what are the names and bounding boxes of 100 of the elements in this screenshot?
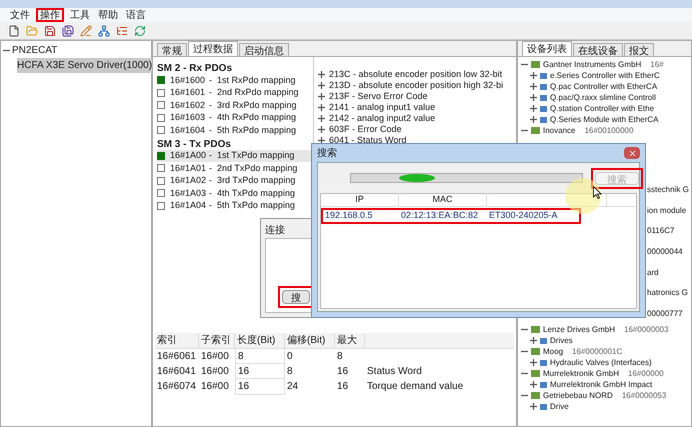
menu-item[interactable]: 文件 [10,8,30,22]
object-entry[interactable]: 2142 - analog input2 value [329,112,436,126]
pdo-separator: - [209,199,212,212]
table-cell-text: 0 [286,350,294,364]
object-entry[interactable]: 213D - absolute encoder position high 32-bi [329,78,504,92]
checkbox[interactable] [157,76,165,84]
device-tree-item[interactable]: Hydraulic Valves (Interfaces) [550,356,652,368]
collapse-icon[interactable] [521,348,528,355]
tab[interactable]: 在线设备 [573,43,623,56]
device-tree-item[interactable]: ion module [647,204,691,217]
menu-item[interactable]: 操作 [40,8,60,22]
checkbox[interactable] [157,152,165,160]
menu-item[interactable]: 帮助 [98,8,118,22]
pdo-row[interactable]: 16#1602 - 3rd RxPdo mapping [157,99,313,112]
expand-icon[interactable] [318,126,325,133]
checkbox[interactable] [157,101,165,110]
expand-icon[interactable] [530,83,537,90]
collapse-icon[interactable] [521,326,528,333]
collapse-icon[interactable] [3,47,10,54]
expand-icon[interactable] [530,403,537,410]
checkbox[interactable] [157,114,165,122]
cursor-highlight [565,178,601,214]
device-tree-item[interactable]: 00000777 [647,308,691,320]
tab[interactable]: 报文 [624,43,654,56]
list-tree-icon[interactable] [116,24,128,36]
checkbox[interactable] [157,88,165,97]
device-tree-item[interactable]: 00000044 [647,246,691,258]
device-tree-item[interactable]: Q.station Controller with Ethe [550,102,654,114]
object-entry[interactable]: 213C - absolute encoder position low 32-bit [329,68,502,82]
pdo-row[interactable]: 16#1A02 - 3rd TxPdo mapping [157,174,313,187]
collapse-icon[interactable] [521,392,528,399]
vendor-tree-item[interactable]: Murrelektronik GmbH [543,368,620,380]
tab[interactable]: 常规 [157,43,187,56]
column-header: MAC [399,193,487,207]
device-tree-item[interactable]: ard [647,266,691,279]
pdo-row[interactable]: 16#1600 - 1st RxPdo mapping [157,74,313,86]
checkbox[interactable] [157,202,165,210]
pdo-row[interactable]: 16#1A03 - 4th TxPdo mapping [157,187,313,200]
close-button[interactable] [624,147,640,159]
pdo-row[interactable]: 16#1603 - 4th RxPdo mapping [157,112,313,124]
tab[interactable]: 设备列表 [522,41,572,56]
collapse-icon[interactable] [521,61,528,68]
menu-item[interactable]: 工具 [70,8,90,22]
expand-icon[interactable] [530,381,537,388]
search-button[interactable]: 搜 [282,290,310,304]
checkbox[interactable] [157,126,165,134]
expand-icon[interactable] [318,93,325,100]
checkbox[interactable] [157,164,165,172]
tab[interactable]: 启动信息 [239,43,289,56]
tree-item[interactable]: PN2ECAT [12,43,58,58]
pdo-row[interactable]: 16#1604 - 5th RxPdo mapping [157,124,313,136]
save-icon[interactable] [44,24,56,36]
result-row[interactable]: 192.168.0.5 02:12:13:EA:BC:82 ET300-240205-A [321,208,581,224]
device-tree-item[interactable]: Q.pac/Q.raxx slimline Controll [550,92,656,104]
device-tree-item[interactable]: Drive [550,400,569,412]
expand-icon[interactable] [318,82,325,89]
pdo-row[interactable]: 16#1A01 - 2nd TxPdo mapping [157,162,313,174]
pdo-row[interactable]: 16#1601 - 2nd RxPdo mapping [157,86,313,99]
vendor-tree-item[interactable]: Lenze Drives GmbH [543,324,616,336]
tab[interactable]: 过程数据 [188,41,238,56]
new-file-icon[interactable] [8,24,20,36]
vendor-tree-item[interactable]: Gantner Instruments GmbH [543,58,642,70]
device-tree-item[interactable]: 0116C7 [647,225,691,238]
network-icon[interactable] [98,24,110,36]
object-entry[interactable]: 213F - Servo Error Code [329,90,428,104]
expand-icon[interactable] [530,72,537,79]
pdo-separator: - [209,86,212,99]
expand-icon[interactable] [530,337,537,344]
pdo-row[interactable]: 16#1A04 - 5th TxPdo mapping [157,200,313,212]
expand-icon[interactable] [530,359,537,366]
save-all-icon[interactable] [62,24,74,36]
object-entry[interactable]: 603F - Error Code [329,122,402,136]
collapse-icon[interactable] [521,370,528,377]
vendor-tree-item[interactable]: Moog [543,346,564,358]
pdo-row[interactable]: 16#1A00 - 1st TxPdo mapping [157,150,313,162]
expand-icon[interactable] [318,104,325,111]
device-tree-item[interactable]: Murrelektronik GmbH Impact [550,378,652,390]
expand-icon[interactable] [530,94,537,101]
device-tree-item[interactable]: Q.Series Module with EtherCA [550,114,658,126]
checkbox[interactable] [157,189,165,198]
tree-item[interactable]: HCFA X3E Servo Driver(1000) [17,58,152,73]
menu-item[interactable]: 语言 [126,8,146,22]
checkbox[interactable] [157,176,165,185]
expand-icon[interactable] [318,71,325,78]
device-tree-item[interactable]: sstechnik G [647,184,691,196]
object-entry[interactable]: 2141 - analog input1 value [329,100,436,114]
refresh-icon[interactable] [134,24,146,36]
vendor-logo-icon [531,61,540,68]
device-tree-item[interactable]: e.Series Controller with EtherC [550,70,660,82]
device-tree-item[interactable]: Q.pac Controller with EtherCA [550,80,658,92]
pencil-icon[interactable] [80,24,92,36]
expand-icon[interactable] [530,105,537,112]
expand-icon[interactable] [318,137,325,144]
device-tree-item[interactable]: hatronics G [647,287,691,300]
vendor-tree-item[interactable]: Inovance [543,124,576,136]
device-tree-item[interactable]: Drives [550,334,573,346]
vendor-tree-item[interactable]: Getriebebau NORD [543,390,613,402]
collapse-icon[interactable] [521,127,528,134]
expand-icon[interactable] [530,116,537,123]
expand-icon[interactable] [318,115,325,122]
